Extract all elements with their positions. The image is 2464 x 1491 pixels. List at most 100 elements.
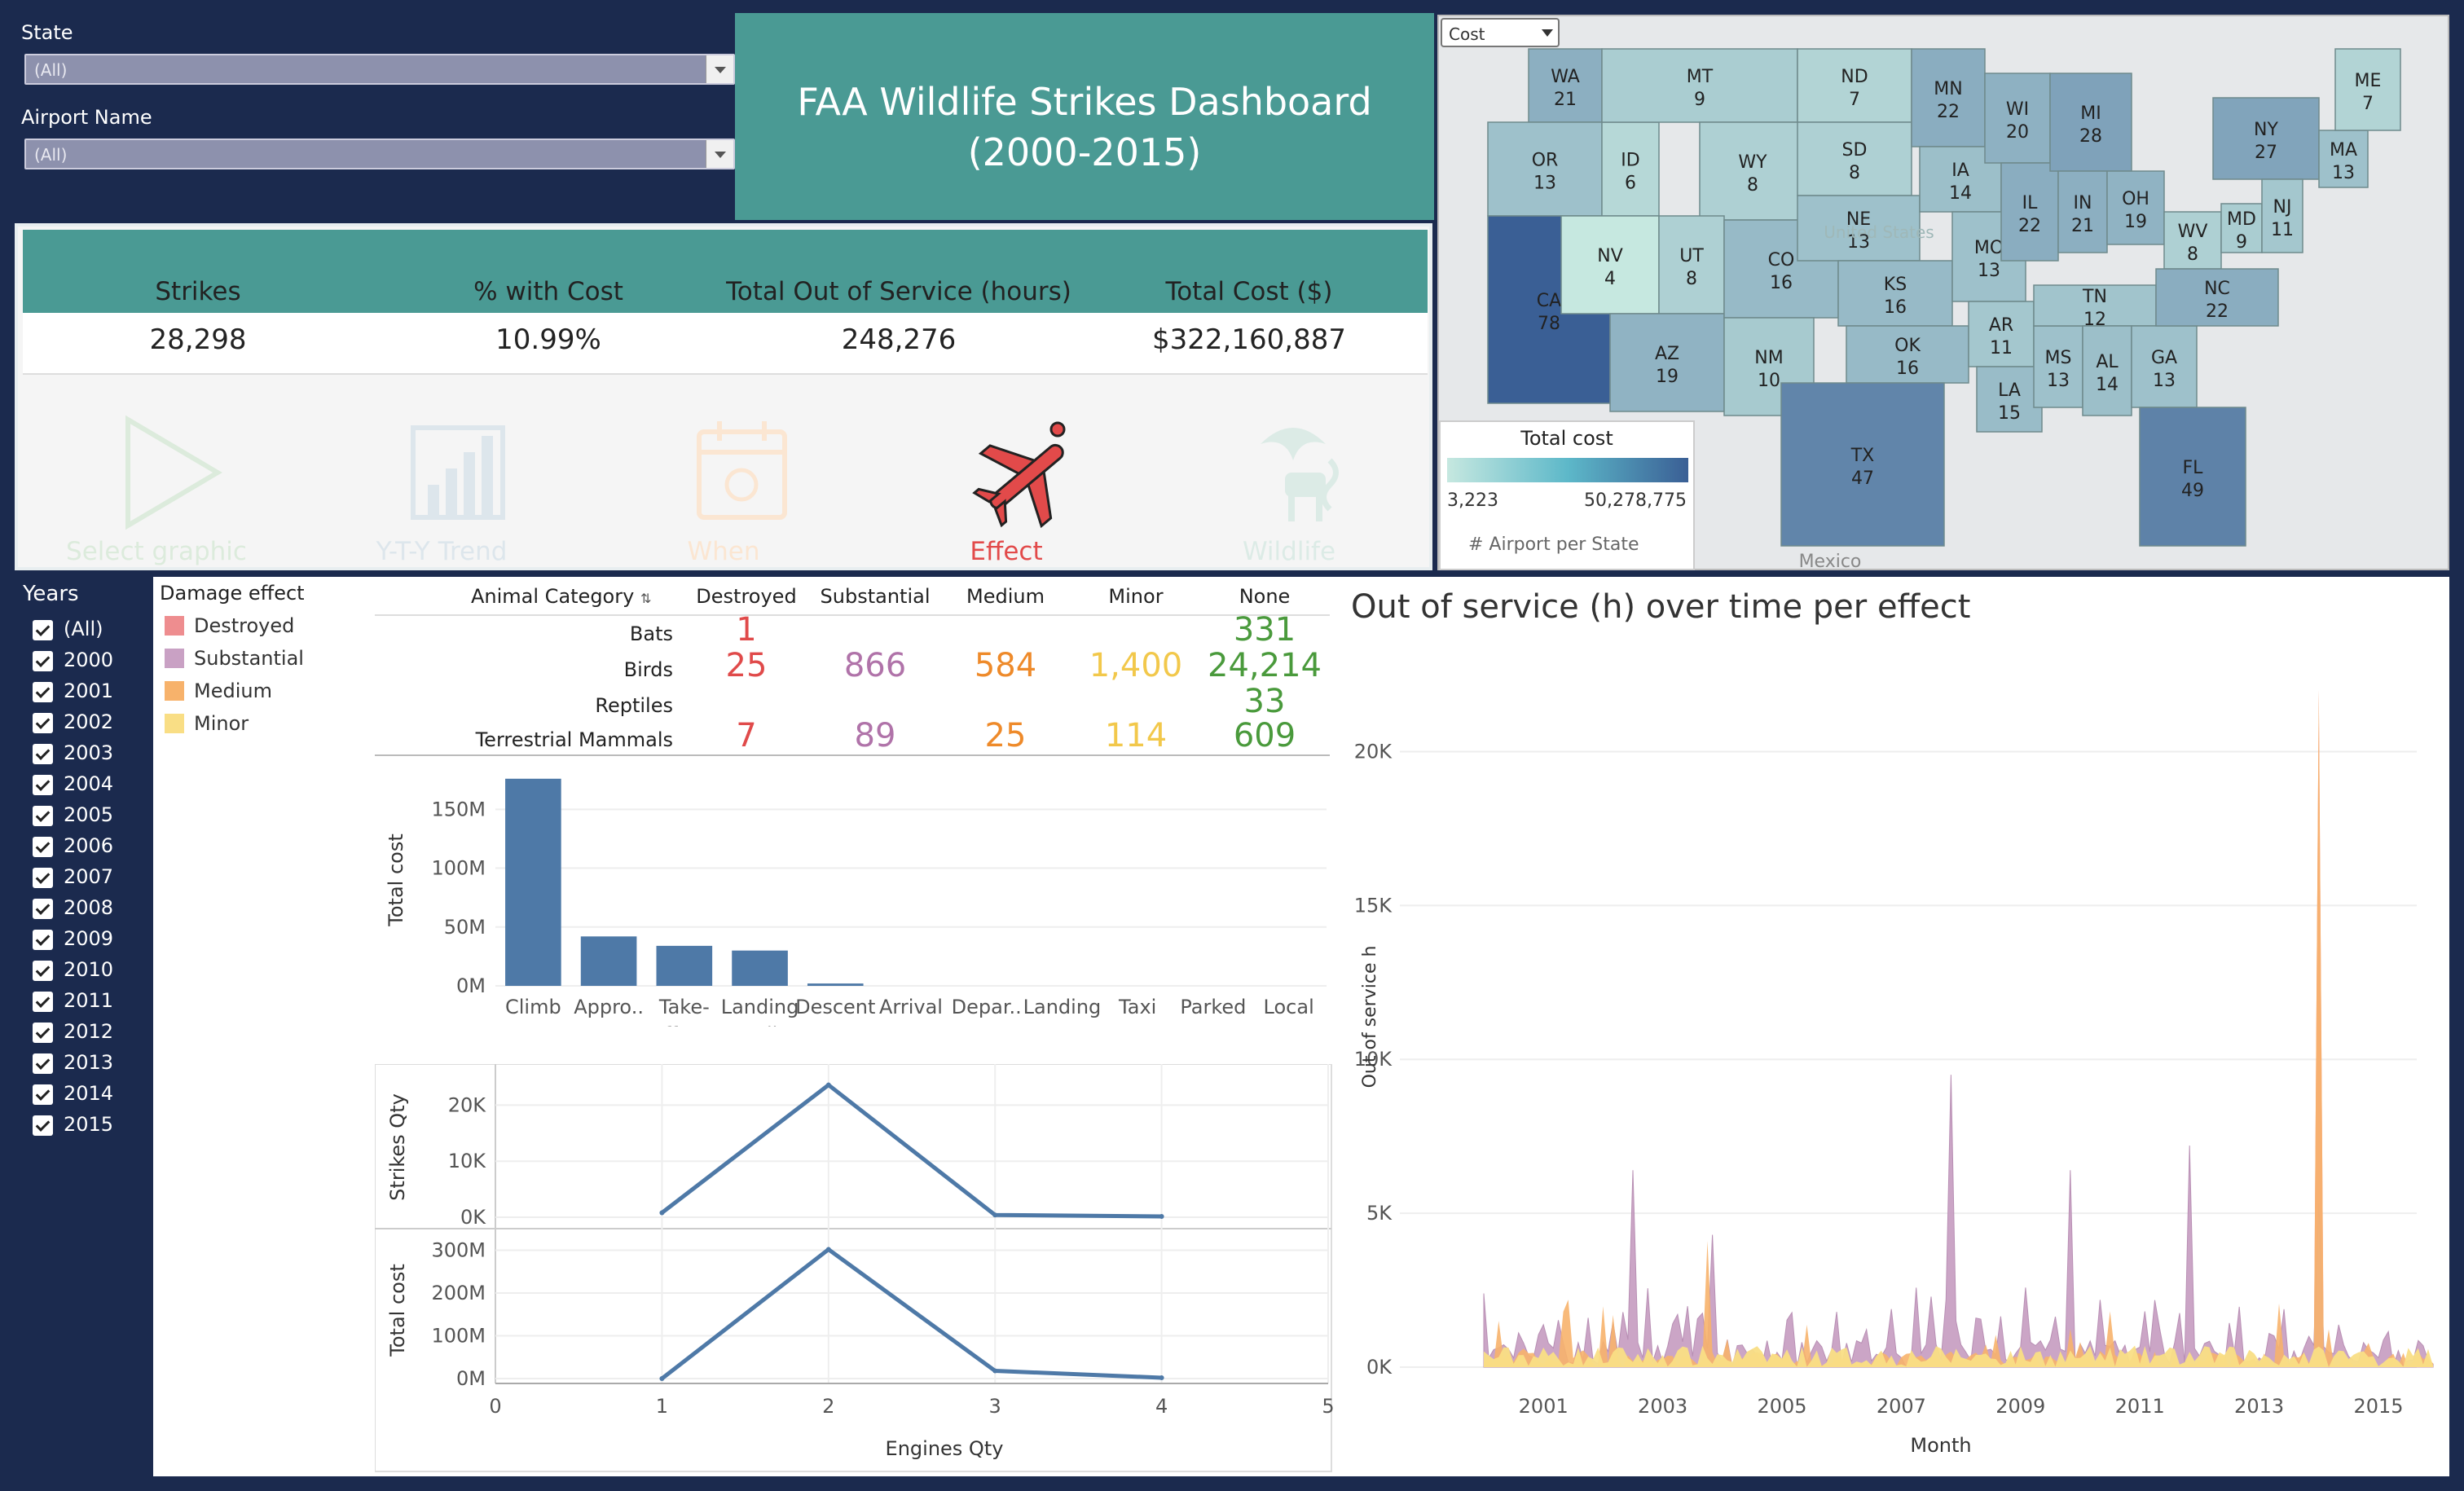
table-cell[interactable]: 331 [1199, 611, 1330, 649]
checkbox-checked-icon[interactable] [33, 713, 53, 733]
bar[interactable] [505, 778, 561, 986]
area-series-destroyed[interactable] [1484, 689, 2434, 1367]
bar[interactable] [656, 945, 713, 986]
checkbox-checked-icon[interactable] [33, 868, 53, 888]
state-airport-count: 7 [2362, 94, 2374, 114]
kpi-pct-cost-value: 10.99% [495, 323, 601, 356]
table-cell[interactable]: 24,214 [1199, 647, 1330, 684]
bar[interactable] [807, 983, 864, 986]
checkbox-checked-icon[interactable] [33, 775, 53, 795]
x-tick-label: 3 [989, 1395, 1001, 1418]
line-series[interactable] [660, 1247, 1162, 1380]
line-point[interactable] [659, 1376, 665, 1381]
nav-when-button[interactable]: When [601, 407, 846, 566]
table-cell[interactable]: 33 [1199, 683, 1330, 720]
filters-panel: State (All) Airport Name (All) [13, 13, 735, 220]
line-point[interactable] [825, 1082, 831, 1088]
table-cell[interactable]: 25 [940, 717, 1071, 754]
y-tick-label: 20K [448, 1093, 487, 1116]
area-series-medium[interactable] [1484, 689, 2434, 1367]
table-cell[interactable]: 866 [810, 647, 940, 684]
checkbox-checked-icon[interactable] [33, 837, 53, 857]
table-cell[interactable]: 114 [1071, 717, 1201, 754]
year-label: (All) [64, 618, 103, 640]
state-airport-count: 11 [2271, 220, 2294, 240]
checkbox-checked-icon[interactable] [33, 744, 53, 764]
bar[interactable] [580, 936, 637, 986]
x-tick-label: Take- [658, 996, 710, 1018]
checkbox-checked-icon[interactable] [33, 806, 53, 826]
chevron-down-icon[interactable] [1542, 29, 1553, 37]
table-cell[interactable]: 89 [810, 717, 940, 754]
checkbox-checked-icon[interactable] [33, 1053, 53, 1074]
state-code-label: NC [2204, 279, 2230, 299]
table-cell[interactable]: 609 [1199, 717, 1330, 754]
checkbox-checked-icon[interactable] [33, 1084, 53, 1105]
map-measure-dropdown[interactable]: Cost [1441, 18, 1560, 47]
line-point[interactable] [1159, 1213, 1164, 1219]
state-code-label: WA [1551, 67, 1580, 87]
checkbox-checked-icon[interactable] [33, 930, 53, 950]
state-filter-dropdown[interactable]: (All) [24, 54, 735, 85]
table-row-header[interactable]: Animal Category ⇅ [471, 585, 651, 608]
checkbox-checked-icon[interactable] [33, 682, 53, 702]
state-airport-count: 8 [1686, 269, 1697, 289]
table-cell[interactable]: 7 [681, 717, 812, 754]
years-filter-title: Years [23, 582, 79, 606]
table-column-header-none[interactable]: None [1199, 585, 1330, 608]
chevron-down-icon[interactable] [706, 140, 733, 168]
nav-wildlife-button[interactable]: Wildlife [1167, 407, 1411, 566]
nav-yty-trend-button[interactable]: Y-T-Y Trend [319, 407, 564, 566]
checkbox-checked-icon[interactable] [33, 961, 53, 981]
table-cell[interactable]: 584 [940, 647, 1071, 684]
x-tick-label: Descent [795, 996, 875, 1018]
line-point[interactable] [992, 1368, 998, 1374]
sort-icon[interactable]: ⇅ [640, 591, 651, 606]
state-code-label: OK [1894, 336, 1921, 356]
state-airport-count: 8 [2187, 244, 2198, 265]
line-point[interactable] [992, 1212, 998, 1218]
year-label: 2009 [64, 927, 114, 950]
line-point[interactable] [1159, 1374, 1164, 1380]
checkbox-checked-icon[interactable] [33, 620, 53, 640]
state-code-label: FL [2183, 458, 2204, 478]
bar[interactable] [732, 950, 788, 986]
out-of-service-area-chart[interactable]: Out of service (h) over time per effect 0… [1333, 577, 2449, 1476]
state-filter-label: State [21, 21, 73, 44]
table-column-header-medium[interactable]: Medium [940, 585, 1071, 608]
engines-line-charts[interactable]: 0K 10K 20K Strikes Qty 0M 100M 200M 300M Total c… [375, 1064, 1333, 1476]
dashboard-title-box: FAA Wildlife Strikes Dashboard (2000-201… [735, 13, 1434, 220]
line-point[interactable] [825, 1247, 831, 1252]
state-code-label: MO [1974, 238, 2004, 258]
table-cell[interactable]: 25 [681, 647, 812, 684]
y-tick-label: 0K [1366, 1356, 1393, 1379]
airport-filter-dropdown[interactable]: (All) [24, 139, 735, 169]
line-point[interactable] [659, 1210, 665, 1216]
table-column-header-minor[interactable]: Minor [1071, 585, 1201, 608]
legend-swatch [165, 649, 184, 668]
table-column-header-substantial[interactable]: Substantial [810, 585, 940, 608]
checkbox-checked-icon[interactable] [33, 1115, 53, 1136]
checkbox-checked-icon[interactable] [33, 992, 53, 1012]
table-column-header-destroyed[interactable]: Destroyed [681, 585, 812, 608]
state-code-label: IL [2022, 193, 2038, 213]
state-code-label: MN [1934, 79, 1962, 99]
year-label: 2001 [64, 680, 114, 702]
checkbox-checked-icon[interactable] [33, 899, 53, 919]
checkbox-checked-icon[interactable] [33, 1023, 53, 1043]
table-cell[interactable]: 1 [681, 611, 812, 649]
checkbox-checked-icon[interactable] [33, 651, 53, 671]
x-tick-label: Appro.. [574, 996, 644, 1018]
nav-effect-button[interactable]: Effect [884, 407, 1129, 566]
table-cell[interactable]: 1,400 [1071, 647, 1201, 684]
map-legend: Total cost 3,223 50,278,775 # Airport pe… [1439, 420, 1695, 570]
year-label: 2011 [64, 989, 114, 1012]
phase-cost-bar-chart[interactable]: 0M 50M 100M 150M Total cost Climb Appro.. Take-… [375, 758, 1333, 1027]
chevron-down-icon[interactable] [706, 55, 733, 83]
bar-chart-icon [411, 425, 505, 520]
nav-select-graphic-button[interactable]: Select graphic [34, 407, 279, 566]
area-series-substantial[interactable] [1483, 1075, 2434, 1368]
kpi-total-cost-value: $322,160,887 [1152, 323, 1346, 356]
damage-effect-legend: Damage effect Destroyed Substantial Medium… [153, 577, 375, 1476]
x-axis-label: Engines Qty [886, 1437, 1004, 1460]
